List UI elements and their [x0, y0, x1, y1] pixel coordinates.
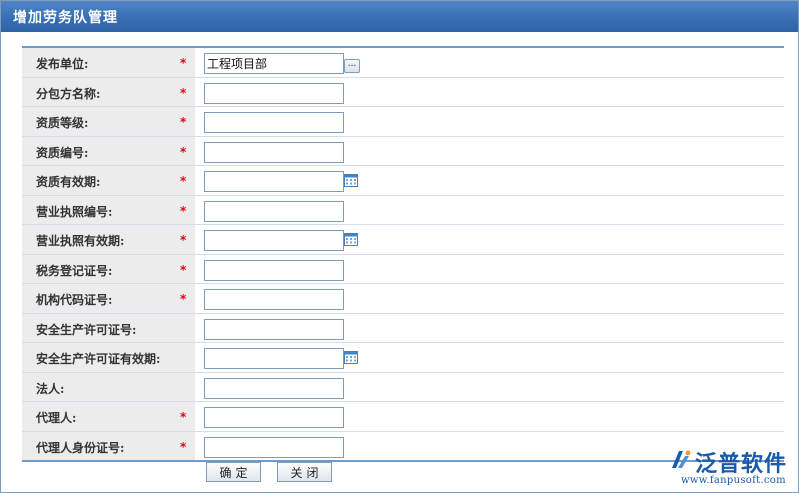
text-input[interactable] — [204, 436, 344, 458]
text-input[interactable] — [204, 112, 344, 133]
form-row: 税务登记证号: * — [22, 254, 784, 284]
fanpu-logo-icon — [672, 450, 691, 468]
date-input[interactable] — [204, 171, 344, 192]
field-label: 税务登记证号: — [36, 263, 113, 278]
field-label: 安全生产许可证号: — [36, 322, 137, 337]
field-label-cell: 分包方名称: — [22, 77, 195, 106]
required-asterisk: * — [180, 233, 187, 247]
text-input[interactable] — [204, 377, 344, 399]
confirm-button[interactable]: 确定 — [206, 462, 261, 482]
required-asterisk: * — [180, 262, 187, 277]
required-asterisk: * — [180, 174, 187, 188]
required-asterisk: * — [180, 56, 187, 70]
close-button[interactable]: 关闭 — [277, 462, 332, 482]
required-asterisk: * — [180, 203, 187, 218]
required-asterisk: * — [180, 410, 187, 424]
field-label-cell: 安全生产许可证号: — [22, 313, 195, 342]
ellipsis-picker-button[interactable]: ... — [344, 59, 360, 73]
form-row: 资质等级: * — [22, 107, 784, 137]
required-asterisk: * — [180, 144, 187, 159]
field-label: 代理人: — [36, 411, 77, 425]
required-asterisk: * — [180, 115, 187, 129]
brand-name: 泛普软件 — [695, 452, 788, 477]
text-input[interactable] — [204, 259, 344, 281]
text-input[interactable] — [204, 141, 344, 163]
window-title: 增加劳务队管理 — [13, 10, 118, 26]
field-label: 资质有效期: — [36, 175, 101, 189]
field-label: 分包方名称: — [36, 86, 101, 101]
brand-url: www.fanpusoft.com — [681, 475, 786, 486]
form-row: 安全生产许可证有效期: — [22, 343, 784, 373]
form-row: 营业执照有效期: * — [22, 225, 784, 255]
text-input[interactable] — [204, 289, 344, 310]
field-label-cell: 资质编号: — [22, 136, 195, 165]
field-label: 代理人身份证号: — [36, 440, 125, 455]
field-label-cell: 法人: — [22, 372, 195, 401]
text-input[interactable] — [204, 82, 344, 104]
form-row: 营业执照编号: * — [22, 195, 784, 225]
form-row: 资质有效期: * — [22, 166, 784, 196]
form-row: 代理人: * — [22, 402, 784, 432]
text-input[interactable] — [204, 200, 344, 222]
calendar-icon[interactable] — [344, 350, 358, 364]
labor-team-form: 发布单位:*...分包方名称:*资质等级:*资质编号:*资质有效期:*营业执照编… — [22, 46, 784, 462]
date-input[interactable] — [204, 230, 344, 251]
required-asterisk: * — [180, 292, 187, 306]
field-label: 资质等级: — [36, 116, 89, 130]
field-label-cell: 营业执照有效期: — [22, 225, 195, 254]
field-label-cell: 机构代码证号: — [22, 284, 195, 313]
field-label-cell: 代理人: — [22, 402, 195, 431]
calendar-icon[interactable] — [344, 232, 358, 246]
unit-picker-input[interactable] — [204, 53, 344, 74]
form-row: 分包方名称: * — [22, 77, 784, 107]
form-row: 发布单位: *... — [22, 48, 784, 78]
required-asterisk: * — [180, 85, 187, 100]
field-label: 法人: — [36, 381, 65, 396]
date-input[interactable] — [204, 348, 344, 369]
field-label: 发布单位: — [36, 57, 89, 71]
field-label-cell: 营业执照编号: — [22, 195, 195, 224]
title-bar: 增加劳务队管理 — [1, 1, 798, 32]
field-label: 营业执照编号: — [36, 204, 113, 219]
field-label-cell: 发布单位: — [22, 48, 195, 77]
text-input[interactable] — [204, 318, 344, 340]
text-input[interactable] — [204, 407, 344, 428]
required-asterisk: * — [180, 439, 187, 454]
field-label-cell: 资质有效期: — [22, 166, 195, 195]
field-label-cell: 资质等级: — [22, 107, 195, 136]
brand-logo: 泛普软件 www.fanpusoft.com — [667, 445, 792, 489]
field-label: 资质编号: — [36, 145, 89, 160]
field-label-cell: 安全生产许可证有效期: — [22, 343, 195, 372]
field-label-cell: 代理人身份证号: — [22, 431, 195, 460]
dialog-window: 增加劳务队管理 发布单位:*...分包方名称:*资质等级:*资质编号:*资质有效… — [0, 0, 799, 493]
calendar-icon[interactable] — [344, 173, 358, 187]
form-row: 资质编号: * — [22, 136, 784, 166]
field-label: 机构代码证号: — [36, 293, 113, 307]
field-label-cell: 税务登记证号: — [22, 254, 195, 283]
field-label: 安全生产许可证有效期: — [36, 352, 161, 366]
form-row: 机构代码证号: * — [22, 284, 784, 314]
field-label: 营业执照有效期: — [36, 234, 125, 248]
form-row: 法人: — [22, 372, 784, 402]
form-row: 安全生产许可证号: — [22, 313, 784, 343]
